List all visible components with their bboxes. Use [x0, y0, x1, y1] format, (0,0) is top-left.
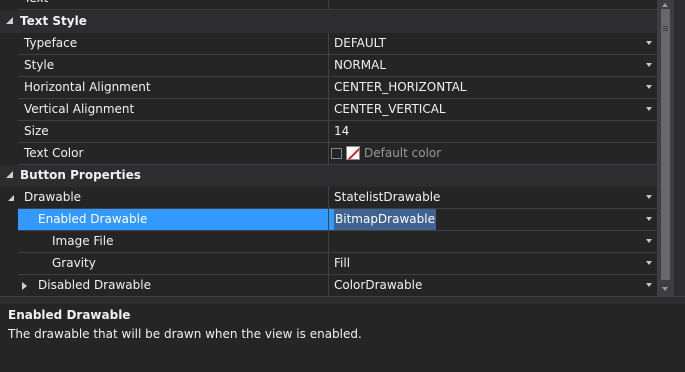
image-file-dropdown[interactable] [330, 231, 657, 252]
property-name: Enabled Drawable [18, 209, 348, 230]
property-name: Gravity [52, 256, 96, 270]
category-label: Text Style [20, 14, 87, 28]
property-name: Horizontal Alignment [24, 80, 151, 94]
property-row-text-color[interactable]: Text Color Default color [0, 143, 657, 165]
dropdown-arrow-icon[interactable] [646, 195, 652, 199]
property-name: Disabled Drawable [38, 278, 151, 292]
property-grid: Text Text Style Typeface DEFAULT Style N… [0, 0, 657, 296]
property-value: BitmapDrawable [334, 209, 436, 230]
property-row-gravity[interactable]: Gravity Fill [0, 253, 657, 275]
style-dropdown[interactable]: NORMAL [330, 55, 657, 76]
right-edge [674, 0, 685, 296]
property-value: ColorDrawable [334, 278, 423, 292]
dropdown-arrow-icon[interactable] [646, 85, 652, 89]
vertical-scrollbar[interactable] [657, 0, 674, 296]
triangle-expanded-icon[interactable] [8, 195, 14, 201]
property-row-disabled-drawable[interactable]: Disabled Drawable ColorDrawable [0, 275, 657, 296]
property-row-typeface[interactable]: Typeface DEFAULT [0, 33, 657, 55]
property-name: Text [18, 0, 334, 9]
property-value: 14 [334, 124, 350, 138]
property-row-horizontal-alignment[interactable]: Horizontal Alignment CENTER_HORIZONTAL [0, 77, 657, 99]
size-input[interactable]: 14 [330, 121, 657, 142]
category-text-style[interactable]: Text Style [0, 11, 657, 33]
property-name: Image File [52, 234, 114, 248]
property-row-size[interactable]: Size 14 [0, 121, 657, 143]
category-button-properties[interactable]: Button Properties [0, 165, 657, 187]
disabled-drawable-dropdown[interactable]: ColorDrawable [330, 275, 657, 296]
property-row-enabled-drawable[interactable]: Enabled Drawable BitmapDrawable [0, 209, 657, 231]
gravity-dropdown[interactable]: Fill [330, 253, 657, 274]
typeface-dropdown[interactable]: DEFAULT [330, 33, 657, 54]
description-splitter[interactable] [0, 296, 685, 304]
property-value: CENTER_VERTICAL [334, 102, 446, 116]
dropdown-arrow-icon[interactable] [646, 63, 652, 67]
vertical-alignment-dropdown[interactable]: CENTER_VERTICAL [330, 99, 657, 120]
property-row-text[interactable]: Text [0, 0, 657, 10]
property-row-drawable[interactable]: Drawable StatelistDrawable [0, 187, 657, 209]
property-row-style[interactable]: Style NORMAL [0, 55, 657, 77]
property-value: StatelistDrawable [334, 190, 441, 204]
drawable-dropdown[interactable]: StatelistDrawable [330, 187, 657, 208]
grip-icon [663, 26, 668, 27]
property-value: NORMAL [334, 58, 387, 72]
property-value: CENTER_HORIZONTAL [334, 80, 467, 94]
property-row-vertical-alignment[interactable]: Vertical Alignment CENTER_VERTICAL [0, 99, 657, 121]
triangle-expanded-icon[interactable] [6, 171, 13, 178]
horizontal-alignment-dropdown[interactable]: CENTER_HORIZONTAL [330, 77, 657, 98]
property-row-image-file[interactable]: Image File [0, 231, 657, 253]
scrollbar-thumb[interactable] [661, 9, 670, 280]
description-title: Enabled Drawable [8, 308, 131, 322]
scroll-up-icon[interactable] [662, 3, 668, 7]
description-text: The drawable that will be drawn when the… [8, 327, 362, 341]
dropdown-arrow-icon[interactable] [646, 239, 652, 243]
dropdown-arrow-icon[interactable] [646, 261, 652, 265]
dropdown-arrow-icon[interactable] [646, 283, 652, 287]
property-name: Size [24, 124, 49, 138]
scroll-down-icon[interactable] [662, 287, 668, 291]
no-color-swatch-icon[interactable] [346, 146, 360, 160]
category-label: Button Properties [20, 168, 141, 182]
color-checkbox[interactable] [331, 148, 342, 159]
property-value: Fill [334, 256, 351, 270]
property-name: Vertical Alignment [24, 102, 135, 116]
property-value: Default color [364, 146, 442, 160]
property-name: Typeface [24, 36, 78, 50]
property-value: DEFAULT [334, 36, 386, 50]
triangle-expanded-icon[interactable] [6, 17, 13, 24]
text-color-picker[interactable]: Default color [330, 143, 657, 164]
dropdown-arrow-icon[interactable] [646, 41, 652, 45]
property-name: Style [24, 58, 55, 72]
dropdown-arrow-icon[interactable] [646, 107, 652, 111]
property-name: Text Color [24, 146, 84, 160]
enabled-drawable-dropdown[interactable]: BitmapDrawable [330, 209, 657, 230]
dropdown-arrow-icon[interactable] [646, 217, 652, 221]
description-panel: Enabled Drawable The drawable that will … [0, 304, 685, 372]
property-name: Drawable [24, 190, 82, 204]
